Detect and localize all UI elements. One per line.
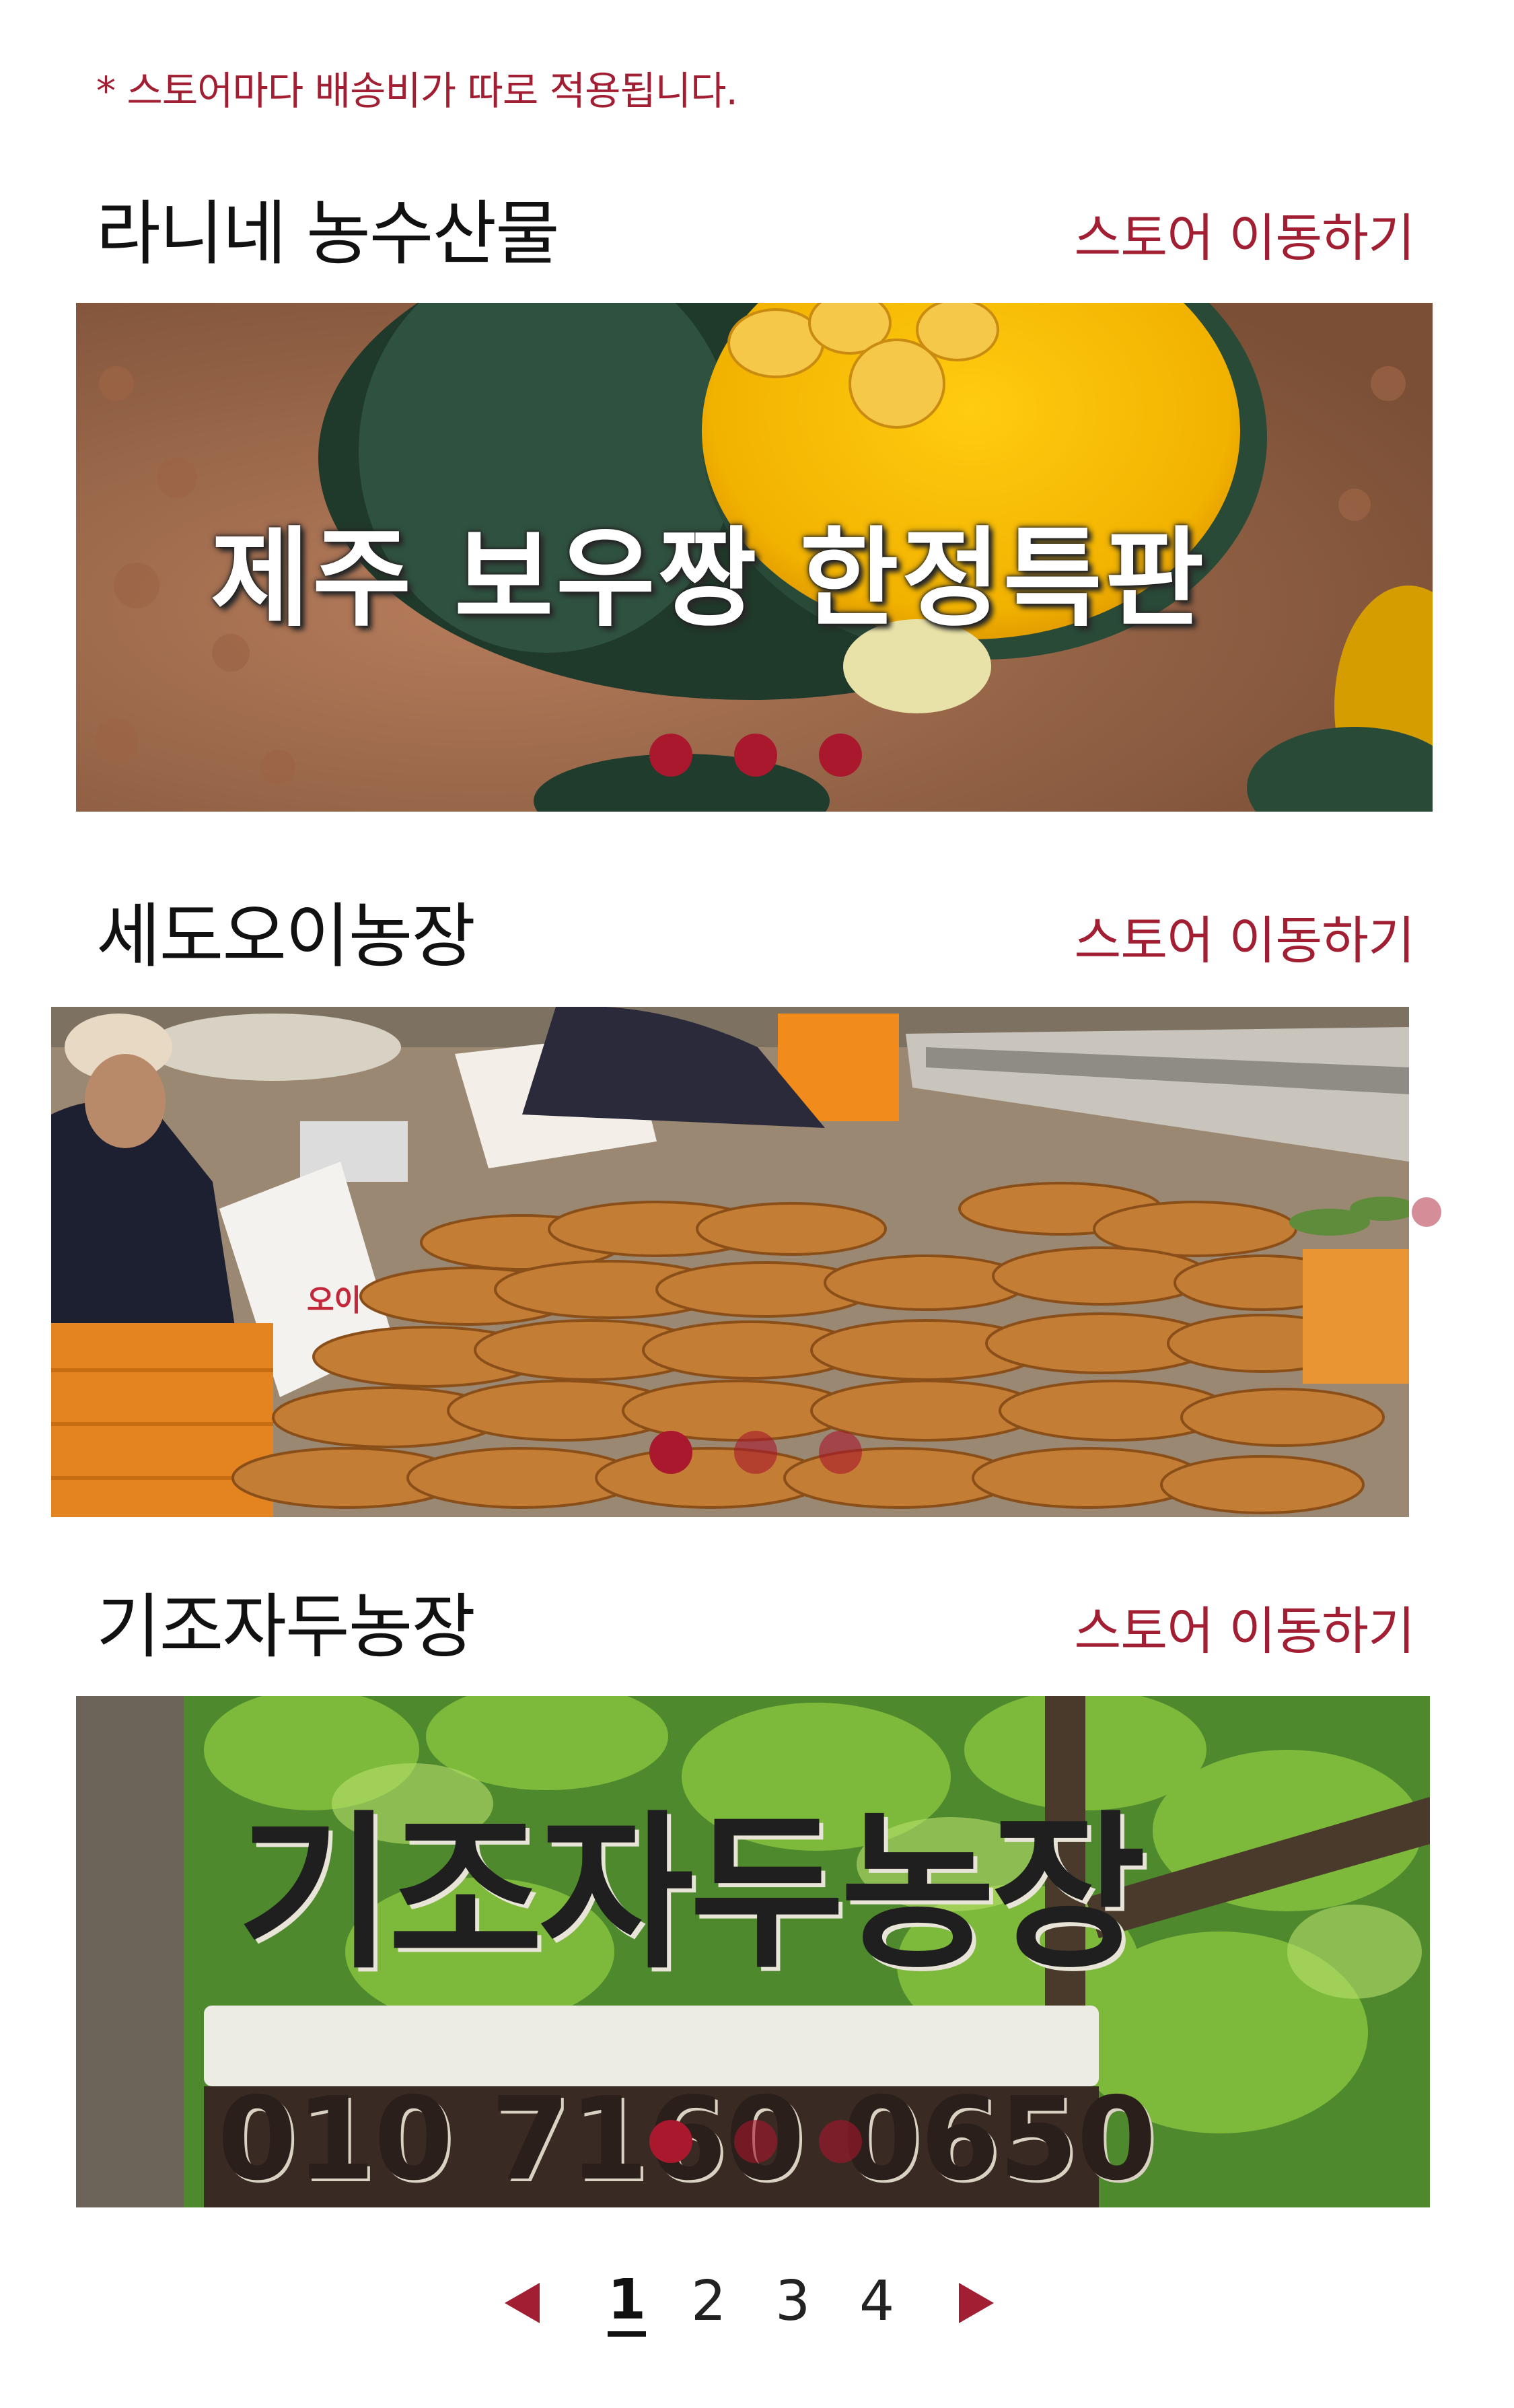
page-number[interactable]: 4 (859, 2269, 894, 2333)
pagination: 1 2 3 4 (0, 2269, 1514, 2350)
triangle-left-icon[interactable] (505, 2283, 540, 2323)
carousel-dot[interactable] (649, 1431, 692, 1474)
store-title-3: 기조자두농장 (96, 1586, 476, 1668)
carousel-dot[interactable] (649, 2120, 692, 2163)
farm-sign-text: 기조자두농장 (238, 1796, 1146, 1991)
carousel-side-indicator[interactable] (1412, 1197, 1441, 1227)
carousel-dot[interactable] (734, 1431, 777, 1474)
store-banner-1[interactable]: 제주 보우짱 한정특판 (76, 303, 1433, 812)
page-number[interactable]: 3 (775, 2269, 810, 2333)
store-link-button-1[interactable]: 스토어 이동하기 (1074, 197, 1415, 271)
store-title-2: 세도오이농장 (96, 895, 476, 977)
carousel-dots-2 (649, 1431, 862, 1474)
carousel-dot[interactable] (819, 734, 862, 777)
carousel-dot[interactable] (734, 734, 777, 777)
page-number-current[interactable]: 1 (608, 2269, 647, 2337)
carousel-dot[interactable] (819, 1431, 862, 1474)
store-banner-2[interactable]: 오이 (51, 1007, 1409, 1517)
triangle-right-icon[interactable] (959, 2283, 994, 2323)
carousel-dot[interactable] (819, 2120, 862, 2163)
store-title-1: 라니네 농수산물 (96, 192, 560, 275)
store-list-page: * 스토어마다 배송비가 따로 적용됩니다. 라니네 농수산물 스토어 이동하기 (0, 0, 1514, 2408)
page-number[interactable]: 2 (691, 2269, 726, 2333)
box-label: 오이 (307, 1283, 361, 1318)
store-link-button-2[interactable]: 스토어 이동하기 (1074, 899, 1415, 973)
shipping-notice: * 스토어마다 배송비가 따로 적용됩니다. (96, 68, 738, 114)
carousel-dot[interactable] (649, 734, 692, 777)
store-link-button-3[interactable]: 스토어 이동하기 (1074, 1590, 1415, 1664)
carousel-dots-1 (649, 734, 862, 777)
banner-promo-text: 제주 보우짱 한정특판 (211, 516, 1207, 641)
carousel-dots-3 (649, 2120, 862, 2163)
carousel-dot[interactable] (734, 2120, 777, 2163)
store-banner-3[interactable]: 기조자두농장 010 7160 0650 (76, 1696, 1430, 2207)
